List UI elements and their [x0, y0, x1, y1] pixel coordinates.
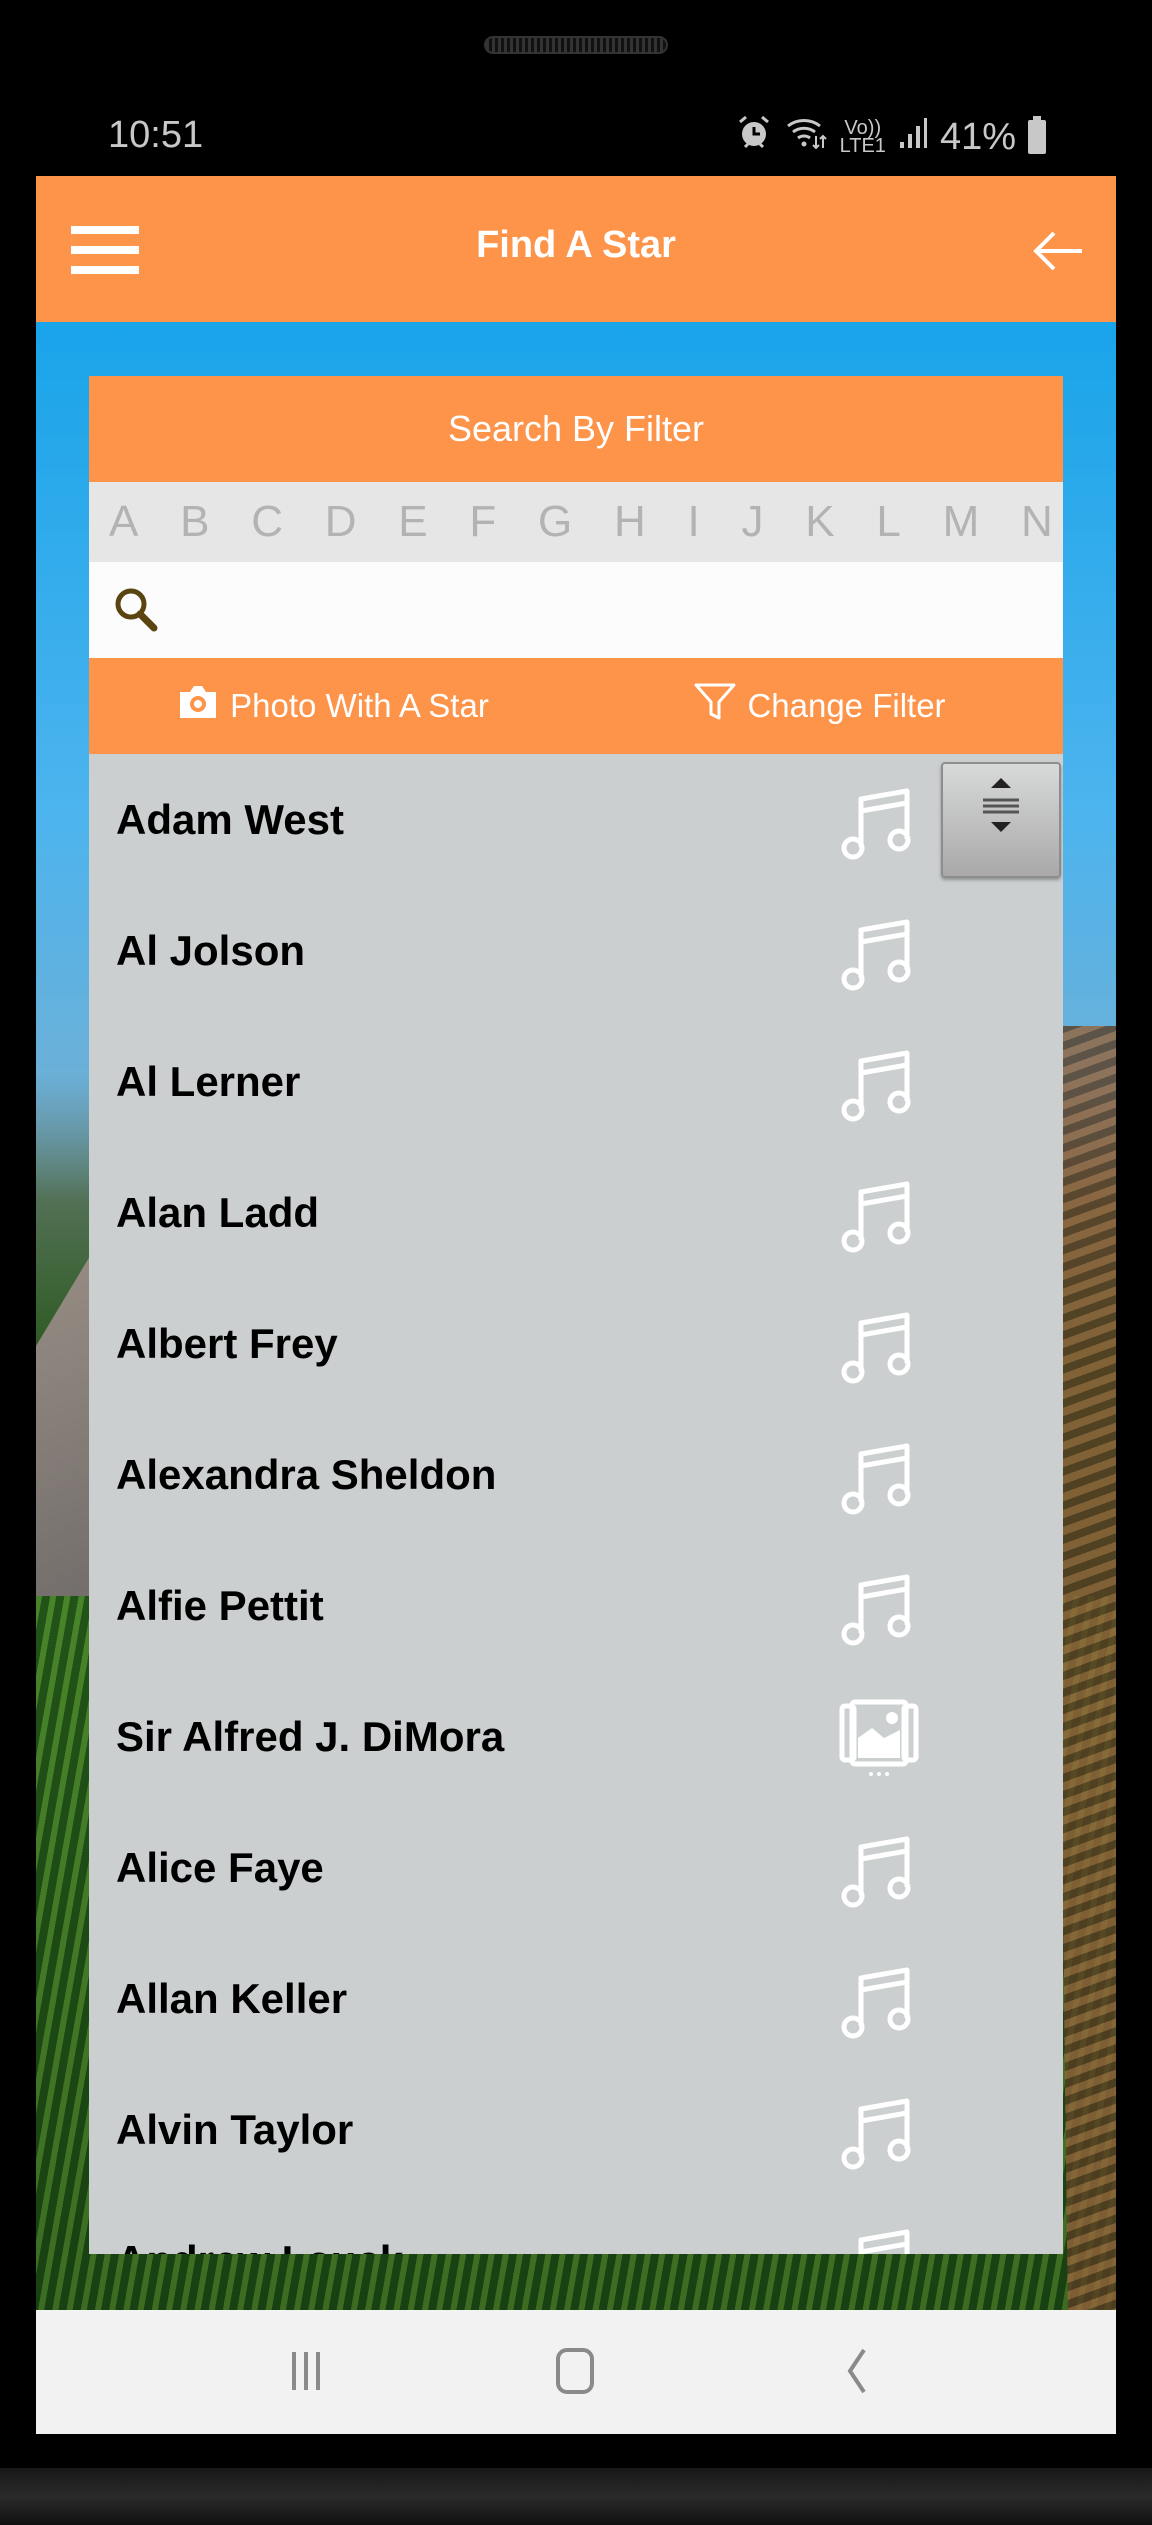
music-note-icon[interactable]: [834, 1823, 924, 1913]
star-list-item[interactable]: Al Jolson: [89, 885, 1063, 1016]
star-name: Allan Keller: [116, 1974, 348, 2022]
star-name: Sir Alfred J. DiMora: [116, 1712, 505, 1760]
fast-scroll-handle[interactable]: [941, 762, 1061, 878]
star-list-item[interactable]: Andrew Lauck: [89, 2195, 1063, 2254]
photo-with-a-star-button[interactable]: Photo With A Star: [89, 658, 576, 754]
camera-icon: [176, 684, 220, 728]
letter-h[interactable]: H: [614, 497, 646, 547]
music-note-icon[interactable]: [834, 2085, 924, 2175]
status-icons: Vo)) LTE1 41%: [736, 114, 1046, 160]
letter-m[interactable]: M: [943, 497, 980, 547]
volte-icon: Vo)) LTE1: [839, 117, 886, 157]
system-nav-bar: [36, 2310, 1116, 2434]
music-note-icon[interactable]: [834, 775, 924, 865]
star-list-item[interactable]: Alvin Taylor: [89, 2064, 1063, 2195]
music-note-icon[interactable]: [834, 2216, 924, 2254]
page-title: Find A Star: [476, 224, 676, 266]
star-name: Alan Ladd: [116, 1188, 320, 1236]
alphabet-index: A B C D E F G H I J K L M N: [89, 482, 1063, 562]
search-row: [89, 562, 1063, 660]
star-list-item[interactable]: Sir Alfred J. DiMora: [89, 1671, 1063, 1802]
status-bar: 10:51 Vo)) LTE1 41%: [36, 100, 1116, 172]
music-note-icon[interactable]: [834, 1561, 924, 1651]
star-name: Andrew Lauck: [116, 2237, 403, 2255]
photo-with-a-star-label: Photo With A Star: [230, 687, 489, 724]
search-icon: [113, 586, 163, 636]
music-note-icon[interactable]: [834, 1037, 924, 1127]
signal-icon: [898, 114, 928, 160]
battery-percent: 41%: [939, 115, 1016, 158]
change-filter-label: Change Filter: [747, 687, 946, 724]
star-list-item[interactable]: Alexandra Sheldon: [89, 1409, 1063, 1540]
change-filter-button[interactable]: Change Filter: [576, 658, 1063, 754]
letter-d[interactable]: D: [325, 497, 357, 547]
letter-b[interactable]: B: [180, 497, 209, 547]
wifi-icon: [784, 114, 828, 160]
star-name: Al Jolson: [116, 926, 306, 974]
star-list-item[interactable]: Al Lerner: [89, 1016, 1063, 1147]
star-name: Adam West: [116, 795, 344, 843]
photo-gallery-icon[interactable]: [834, 1692, 924, 1782]
star-name: Alfie Pettit: [116, 1581, 324, 1629]
letter-g[interactable]: G: [538, 497, 572, 547]
star-list[interactable]: Adam West Al Jolson Al Lerner Alan Ladd Albe…: [89, 754, 1063, 2254]
star-list-item[interactable]: Alfie Pettit: [89, 1540, 1063, 1671]
music-note-icon[interactable]: [834, 1168, 924, 1258]
letter-j[interactable]: J: [742, 497, 764, 547]
music-note-icon[interactable]: [834, 1430, 924, 1520]
star-name: Alvin Taylor: [116, 2105, 354, 2153]
star-list-item[interactable]: Albert Frey: [89, 1278, 1063, 1409]
letter-k[interactable]: K: [805, 497, 834, 547]
search-by-filter-header: Search By Filter: [89, 376, 1063, 482]
letter-n[interactable]: N: [1021, 497, 1053, 547]
letter-c[interactable]: C: [251, 497, 283, 547]
battery-charging-icon: [1028, 116, 1046, 154]
earpiece-speaker: [484, 36, 668, 54]
home-icon[interactable]: [546, 2346, 606, 2396]
letter-l[interactable]: L: [876, 497, 900, 547]
star-name: Al Lerner: [116, 1057, 301, 1105]
back-arrow-icon[interactable]: [1030, 226, 1086, 276]
back-icon[interactable]: [826, 2346, 886, 2396]
star-list-item[interactable]: Adam West: [89, 754, 1063, 885]
star-name: Alexandra Sheldon: [116, 1450, 497, 1498]
app-screen: Find A Star Search By Filter A B C D E F…: [36, 176, 1116, 2310]
star-name: Alice Faye: [116, 1843, 324, 1891]
star-list-item[interactable]: Alice Faye: [89, 1802, 1063, 1933]
action-row: Photo With A Star Change Filter: [89, 658, 1063, 754]
app-bar: Find A Star: [36, 176, 1116, 322]
star-name: Albert Frey: [116, 1319, 338, 1367]
filter-funnel-icon: [693, 682, 737, 730]
letter-f[interactable]: F: [469, 497, 496, 547]
music-note-icon[interactable]: [834, 1954, 924, 2044]
star-list-item[interactable]: Allan Keller: [89, 1933, 1063, 2064]
status-time: 10:51: [108, 114, 204, 156]
alarm-icon: [736, 114, 772, 160]
star-search-card: Search By Filter A B C D E F G H I J K L…: [89, 376, 1063, 2254]
search-input[interactable]: [179, 562, 1053, 660]
letter-i[interactable]: I: [688, 497, 700, 547]
music-note-icon[interactable]: [834, 1299, 924, 1389]
star-list-item[interactable]: Alan Ladd: [89, 1147, 1063, 1278]
phone-bottom-bezel: [0, 2468, 1152, 2525]
music-note-icon[interactable]: [834, 906, 924, 996]
letter-a[interactable]: A: [109, 497, 138, 547]
recent-apps-icon[interactable]: [276, 2346, 336, 2396]
letter-e[interactable]: E: [398, 497, 427, 547]
